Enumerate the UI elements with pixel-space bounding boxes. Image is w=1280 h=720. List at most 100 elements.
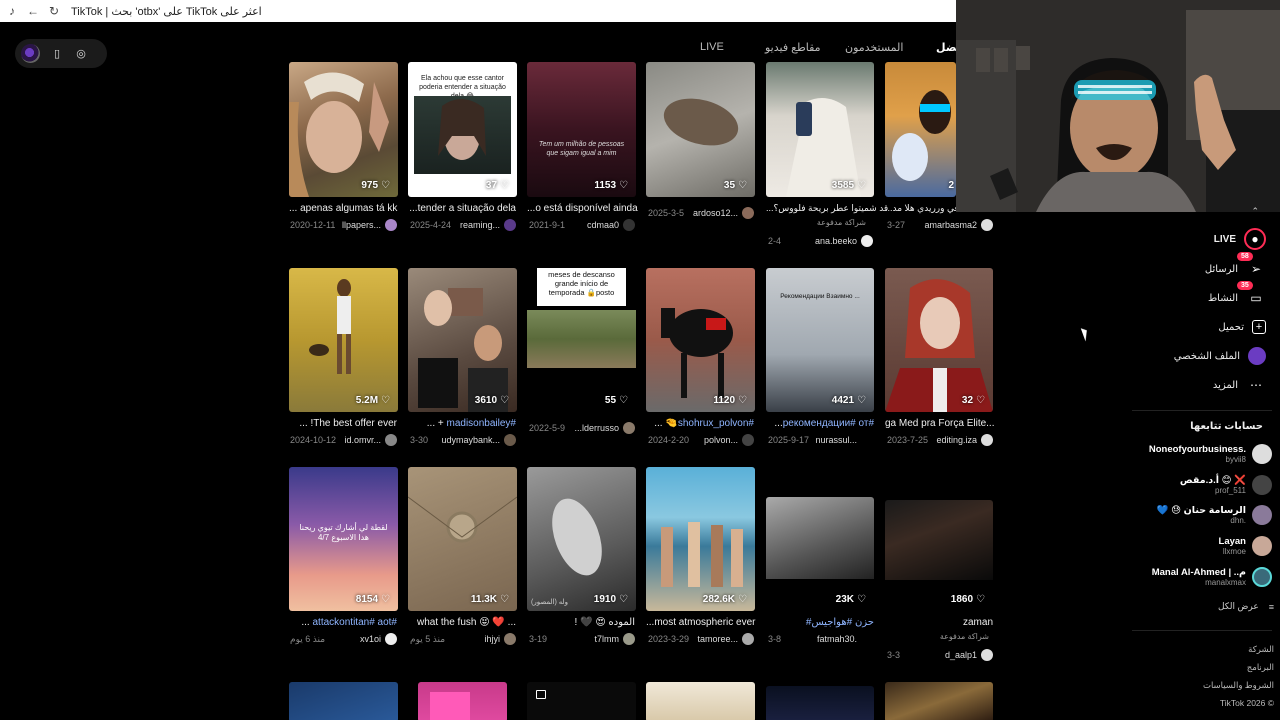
video-caption[interactable]: ...рекомендации# от# xyxy=(766,418,874,429)
video-caption[interactable]: ...قد شميتوا عطر بريحة فلووس؟ xyxy=(766,203,888,214)
page-title: TikTok | بحث 'otbx' على TikTok اعثر على xyxy=(71,5,262,18)
video-caption[interactable]: ga Med pra Força Elite... xyxy=(885,418,995,429)
avatar xyxy=(504,219,516,231)
video-tile[interactable] xyxy=(527,682,636,720)
thumbnail-image xyxy=(885,279,993,412)
nav-upload[interactable]: تحميل + xyxy=(1218,316,1266,338)
reload-icon[interactable]: ↻ xyxy=(45,2,63,20)
video-tile[interactable]: 23K ♡ xyxy=(766,497,874,611)
nav-activity[interactable]: النشاط ▭ 35 xyxy=(1208,281,1266,309)
heart-icon: ♡ xyxy=(976,594,985,605)
video-tile[interactable]: وله (المصور) 1910 ♡ xyxy=(527,467,636,611)
phone-icon[interactable]: ▯ xyxy=(50,47,64,61)
username[interactable]: d_aalp1 xyxy=(945,650,977,660)
video-caption[interactable]: ...o está disponível ainda xyxy=(527,203,638,214)
video-tile[interactable]: 1120 ♡ xyxy=(646,268,755,412)
username[interactable]: tamoree... xyxy=(697,634,738,644)
username[interactable]: id.omvr... xyxy=(344,435,381,445)
followed-account[interactable]: Manal Al-Ahmed | ..م manalxmax xyxy=(1152,564,1272,590)
video-tile[interactable] xyxy=(418,682,507,720)
video-caption[interactable]: ... attackontitan# aot# xyxy=(289,617,397,628)
footer-link[interactable]: البرنامج xyxy=(1247,662,1274,673)
video-tile[interactable]: 2 xyxy=(885,62,956,197)
nav-messages[interactable]: الرسائل ➢ 58 xyxy=(1205,252,1266,280)
username[interactable]: reaming... xyxy=(460,220,500,230)
video-tile[interactable]: Tem um milhão de pessoas que sigam igual… xyxy=(527,62,636,197)
video-meta: 2023-3-29 tamoree... xyxy=(648,632,754,646)
video-caption[interactable]: what the fush 😝 ❤️ ... xyxy=(408,617,516,628)
video-caption[interactable]: #حزن #هواجيس xyxy=(766,617,874,628)
video-caption[interactable]: ... 🤏shohrux_polvon# xyxy=(646,418,754,429)
like-count: 1910 ♡ xyxy=(593,594,628,605)
video-tile[interactable]: Рекомендации Взаимно ... 4421 ♡ xyxy=(766,268,874,412)
username[interactable]: cdmaa0 xyxy=(587,220,619,230)
followed-account[interactable]: Noneofyourbusiness. byvii8 xyxy=(1149,441,1272,467)
video-tile[interactable]: 32 ♡ xyxy=(885,268,993,412)
video-tile[interactable]: 3585 ♡ xyxy=(766,62,874,197)
username[interactable]: ihjyi xyxy=(484,634,500,644)
video-tile[interactable]: 3610 ♡ xyxy=(408,268,517,412)
nav-profile[interactable]: الملف الشخصي xyxy=(1174,345,1266,367)
username[interactable]: t7lmm xyxy=(595,634,620,644)
see-all-button[interactable]: عرض الكل ≡ xyxy=(1218,601,1274,612)
video-caption[interactable]: ... !The best offer ever xyxy=(289,418,397,429)
username[interactable]: ana.beeko xyxy=(815,236,857,246)
video-meta: 2024-10-12 id.omvr... xyxy=(290,433,397,447)
thumbnail-image xyxy=(408,496,517,543)
video-tile[interactable] xyxy=(885,682,993,720)
followed-account[interactable]: 💙 😓 الرسامة حنان dhn. xyxy=(1157,502,1272,528)
username[interactable]: polvon... xyxy=(704,435,738,445)
username[interactable]: ...lderrusso xyxy=(574,423,619,433)
tab-users[interactable]: المستخدمون xyxy=(845,41,903,54)
heart-icon: ♡ xyxy=(619,180,628,191)
video-caption[interactable]: zaman xyxy=(885,617,993,628)
live-icon: ● xyxy=(1244,228,1266,250)
footer-link[interactable]: الشروط والسياسات xyxy=(1203,680,1274,691)
nav-more[interactable]: المزيد ⋯ xyxy=(1213,374,1266,396)
video-tile[interactable]: 975 ♡ xyxy=(289,62,398,197)
video-caption[interactable]: ! 🖤 😍 الموده xyxy=(527,617,635,628)
video-caption[interactable]: ...شي في ورريدي هلا مد xyxy=(885,203,956,214)
video-tile[interactable]: 35 ♡ xyxy=(646,62,755,197)
video-tile[interactable]: 11.3K ♡ xyxy=(408,467,517,611)
video-tile[interactable]: Ela achou que esse cantor poderia entend… xyxy=(408,62,517,197)
video-tile[interactable]: لقطة لي أشارك تيوي ريحنا هدا الاسبوع 4/7… xyxy=(289,467,398,611)
username[interactable]: udymaybank... xyxy=(441,435,500,445)
nav-live[interactable]: LIVE ● xyxy=(1214,228,1266,250)
video-caption[interactable]: ... + madisonbailey# xyxy=(408,418,516,429)
video-tile[interactable]: 1860 ♡ xyxy=(885,500,993,611)
back-icon[interactable]: ← xyxy=(24,2,42,20)
like-count: 55 ♡ xyxy=(604,395,628,406)
username[interactable]: ardoso12... xyxy=(693,208,738,218)
video-tile[interactable]: 282.6K ♡ xyxy=(646,467,755,611)
video-caption[interactable]: ...most atmospheric ever xyxy=(646,617,755,628)
username[interactable]: amarbasma2 xyxy=(924,220,977,230)
username[interactable]: llpapers... xyxy=(342,220,381,230)
overlay-caption: وله (المصور) xyxy=(531,599,569,606)
footer-link[interactable]: الشركة xyxy=(1248,644,1274,655)
followed-account[interactable]: Layan llxmoe xyxy=(1219,533,1272,559)
compass-icon[interactable]: ◎ xyxy=(74,47,88,61)
video-tile[interactable]: meses de descanso grande início de tempo… xyxy=(527,268,636,412)
tab-live[interactable]: LIVE xyxy=(700,41,724,53)
username[interactable]: xv1oi xyxy=(360,634,381,644)
video-tile[interactable]: 5.2M ♡ xyxy=(289,268,398,412)
video-tile[interactable] xyxy=(646,682,755,720)
tab-videos[interactable]: مقاطع فيديو xyxy=(765,41,821,54)
username[interactable]: fatmah30. xyxy=(817,634,857,644)
thumbnail-image xyxy=(552,498,602,576)
notification-badge: 35 xyxy=(1237,281,1253,290)
username[interactable]: editing.iza xyxy=(936,435,977,445)
followed-account[interactable]: أ.د.مقص 😊 ❌ prof_511 xyxy=(1180,472,1272,498)
thumbnail-image xyxy=(418,288,508,412)
username[interactable]: nurassul... xyxy=(815,435,857,445)
collapse-icon[interactable]: ⌃ xyxy=(1251,206,1259,217)
video-caption[interactable]: ... apenas algumas tá kk xyxy=(289,203,397,214)
divider xyxy=(1132,630,1272,631)
video-tile[interactable] xyxy=(766,686,874,720)
like-count: 1120 ♡ xyxy=(713,395,747,406)
avatar[interactable] xyxy=(21,44,40,63)
video-tile[interactable] xyxy=(289,682,398,720)
mini-player-controls: ▯ ◎ xyxy=(15,39,107,68)
video-caption[interactable]: ...tender a situação dela xyxy=(408,203,516,214)
